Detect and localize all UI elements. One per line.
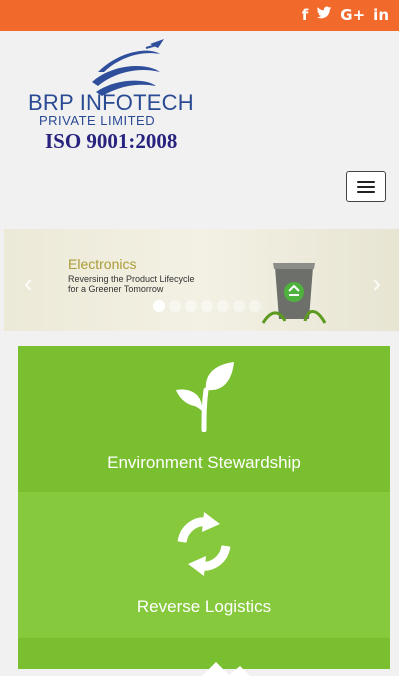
google-plus-icon[interactable]: G+ <box>340 6 365 25</box>
panel-third[interactable] <box>18 638 390 676</box>
leaf-icon <box>176 362 234 432</box>
panel-title: Reverse Logistics <box>136 597 272 616</box>
slider-dot[interactable] <box>185 300 197 312</box>
company-subtitle: PRIVATE LIMITED <box>39 113 156 128</box>
slider-dot[interactable] <box>217 300 229 312</box>
top-bar: f G+ in <box>0 0 399 31</box>
slide-subtitle: Reversing the Product Lifecycle for a Gr… <box>68 274 195 294</box>
facebook-icon[interactable]: f <box>302 6 309 25</box>
panel-reverse-logistics[interactable]: Reverse Logistics <box>18 492 390 638</box>
slider-dot[interactable] <box>233 300 245 312</box>
slider-dot[interactable] <box>153 300 165 312</box>
iso-certification: ISO 9001:2008 <box>45 129 178 153</box>
arrow-up-icon <box>202 662 250 676</box>
menu-toggle-button[interactable] <box>346 171 386 202</box>
slider-prev-arrow-icon[interactable]: ‹ <box>24 268 33 299</box>
recycle-icon <box>177 512 231 576</box>
slider-next-arrow-icon[interactable]: › <box>372 268 381 299</box>
slider-dots <box>153 300 261 312</box>
panel-title: Environment Stewardship <box>107 453 301 472</box>
slider-dot[interactable] <box>169 300 181 312</box>
hero-slider[interactable]: ‹ › Electronics Reversing the Product Li… <box>4 229 399 331</box>
social-links: f G+ in <box>302 6 389 25</box>
twitter-icon[interactable] <box>316 6 332 25</box>
hamburger-icon <box>357 181 375 183</box>
slide-title: Electronics <box>68 256 137 272</box>
linkedin-icon[interactable]: in <box>373 6 389 25</box>
recycle-bin-image <box>261 263 327 324</box>
panel-environment-stewardship[interactable]: Environment Stewardship <box>18 346 390 492</box>
slider-dot[interactable] <box>201 300 213 312</box>
